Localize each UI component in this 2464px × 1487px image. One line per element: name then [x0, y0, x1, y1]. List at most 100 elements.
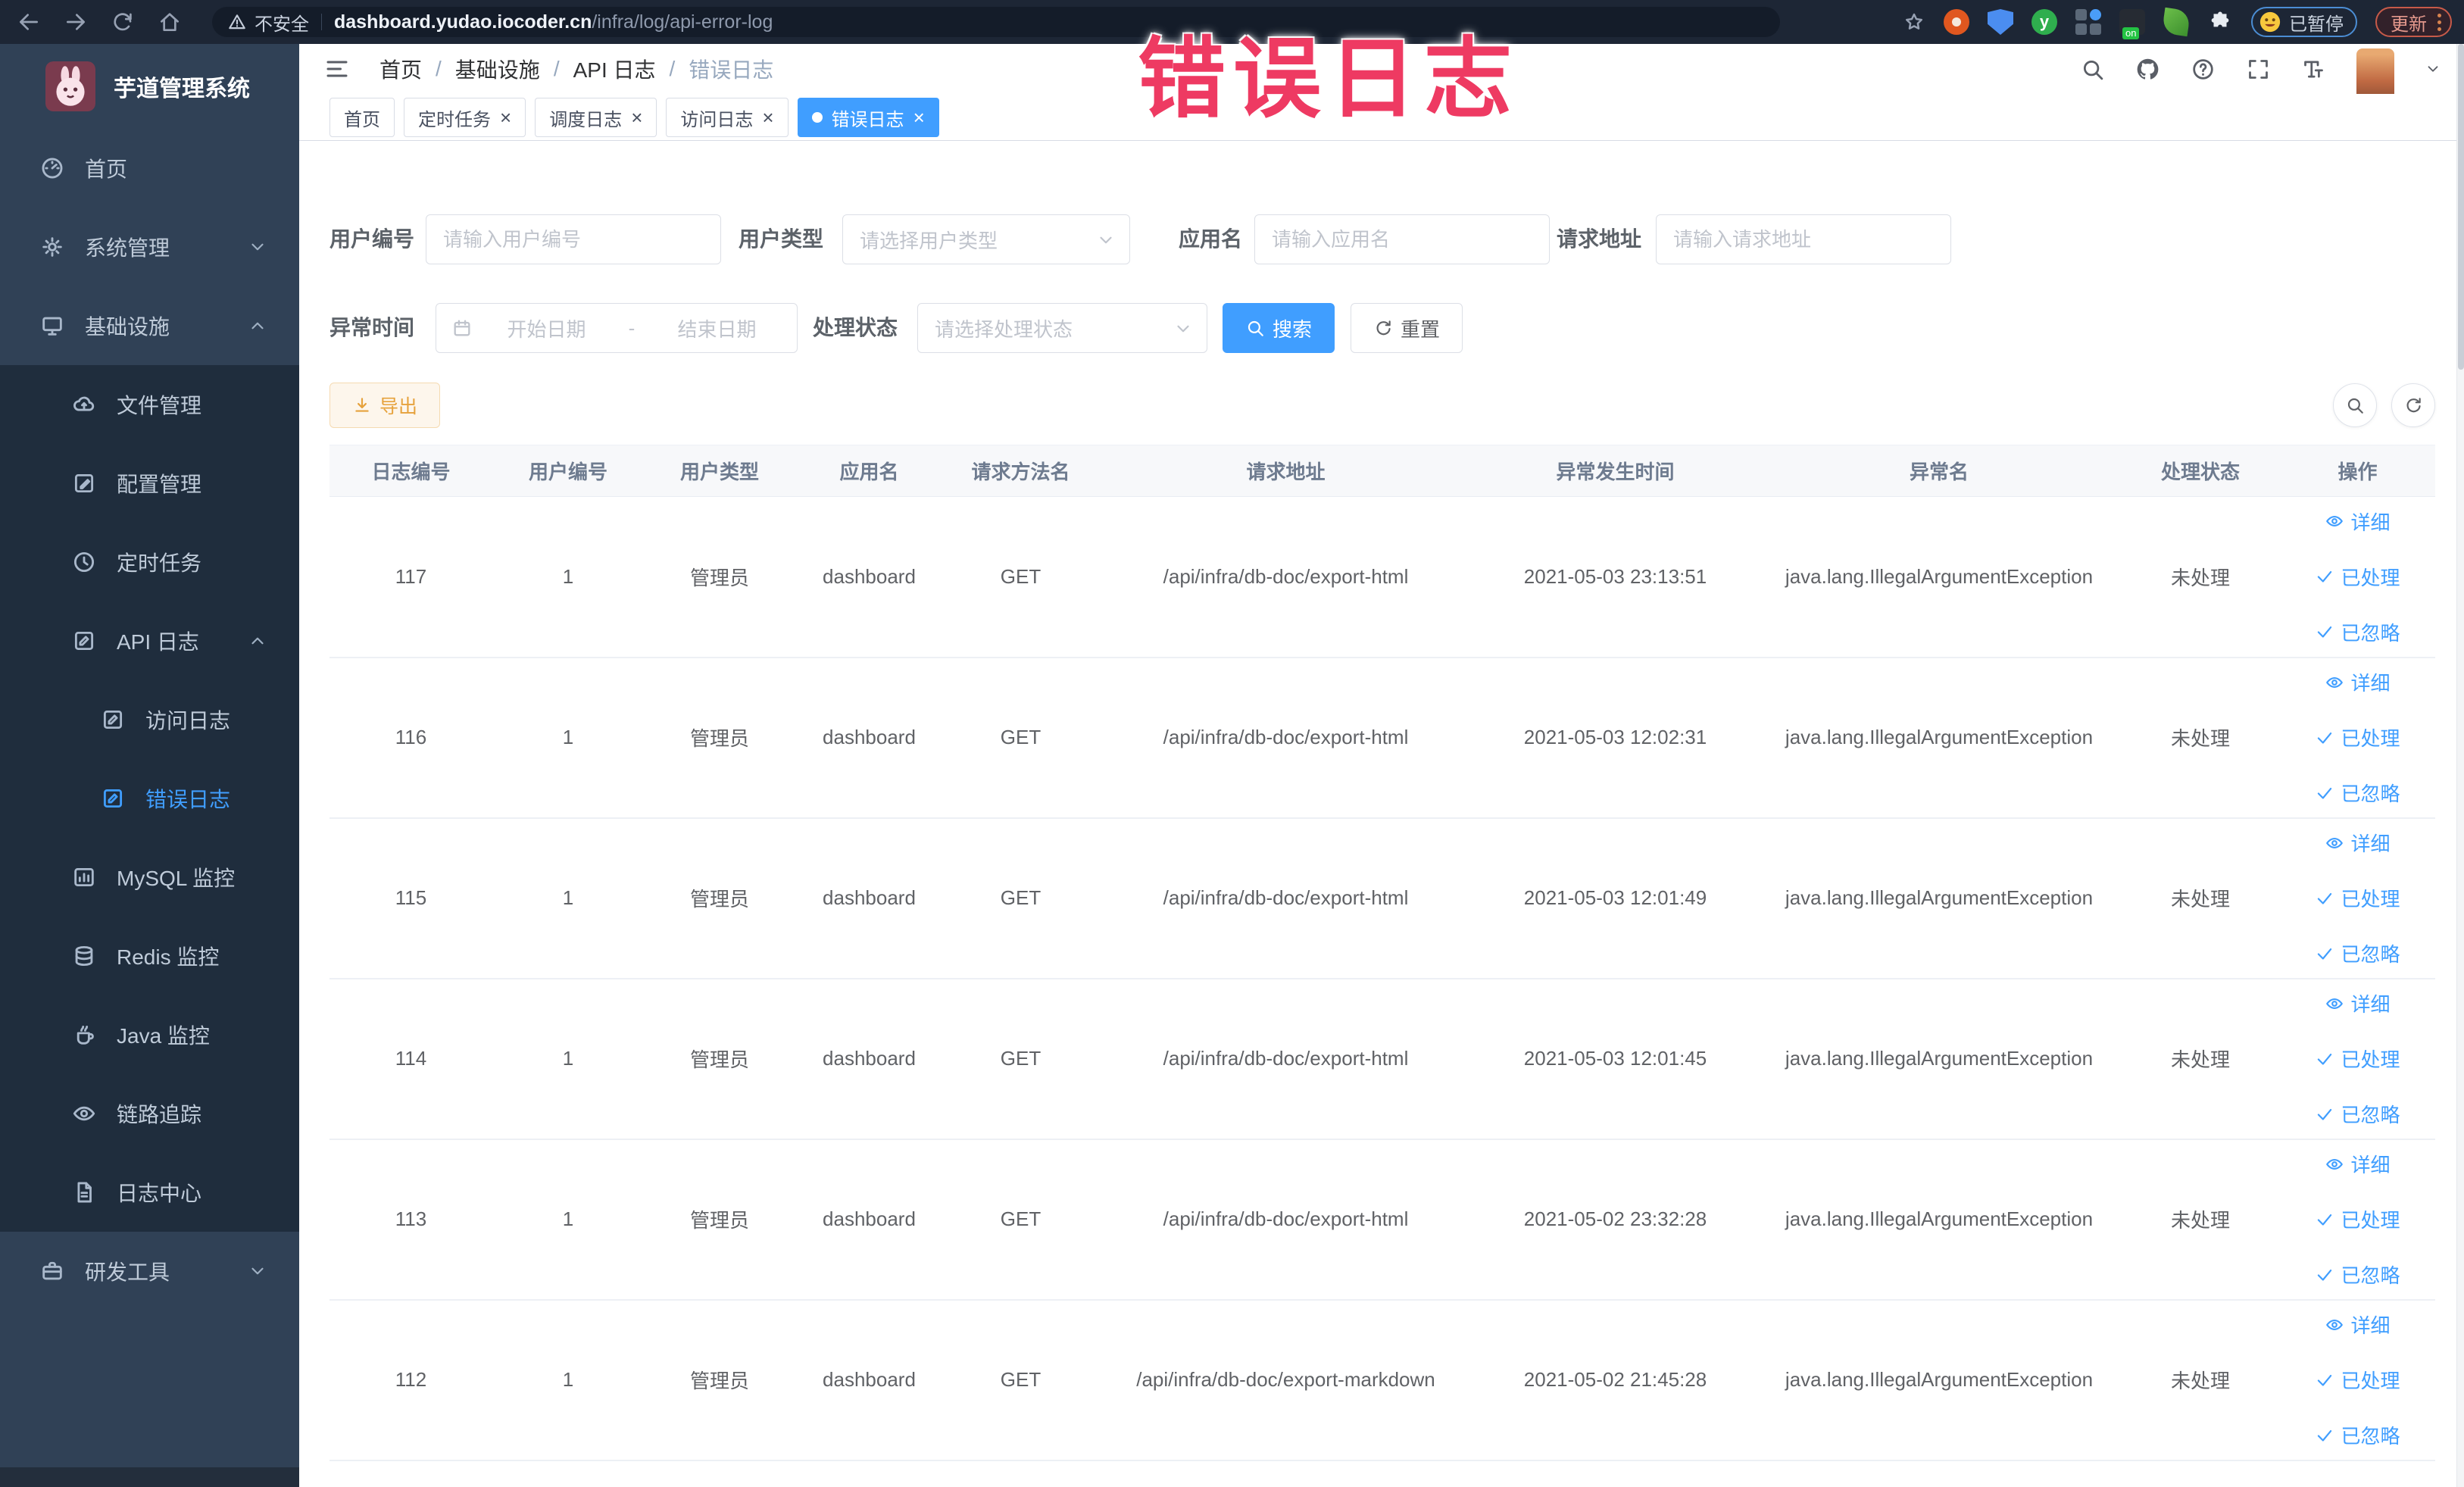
update-button[interactable]: 更新: [2375, 7, 2452, 37]
breadcrumb-infrastructure[interactable]: 基础设施: [455, 54, 540, 84]
export-button[interactable]: 导出: [329, 383, 440, 428]
request-url-cell: /api/infra/db-doc/export-html: [1098, 817, 1473, 979]
action-processed-link[interactable]: 已处理: [2315, 884, 2400, 912]
puzzle-extensions-icon[interactable]: [2207, 9, 2233, 35]
action-processed-link[interactable]: 已处理: [2315, 1366, 2400, 1394]
app-logo[interactable]: 芋道管理系统: [0, 44, 299, 129]
action-ignored-link[interactable]: 已忽略: [2315, 1421, 2400, 1449]
back-icon[interactable]: [17, 10, 41, 34]
sidebar-item-log-center[interactable]: 日志中心: [0, 1153, 299, 1232]
check-icon: [2315, 1049, 2334, 1069]
sidebar-item-mysql-monitor[interactable]: MySQL 监控: [0, 838, 299, 917]
grid-extension-icon[interactable]: [2075, 9, 2101, 35]
tab-home[interactable]: 首页: [329, 98, 395, 137]
sidebar-item-error-log[interactable]: 错误日志: [0, 759, 299, 838]
action-detail-link[interactable]: 详细: [2325, 668, 2391, 696]
sidebar-item-label: 文件管理: [117, 394, 202, 417]
exception-time-label: 异常时间: [329, 316, 415, 339]
menu-kebab-icon[interactable]: [2437, 13, 2441, 31]
sidebar-item-trace[interactable]: 链路追踪: [0, 1074, 299, 1153]
sidebar-item-scheduled-task[interactable]: 定时任务: [0, 523, 299, 601]
chevron-down-icon[interactable]: [2425, 61, 2441, 77]
tab-access-log[interactable]: 访问日志 ×: [666, 98, 789, 137]
address-bar[interactable]: 不安全 dashboard.yudao.iocoder.cn/infra/log…: [212, 7, 1780, 37]
app-name-cell: dashboard: [795, 1139, 943, 1301]
request-url-input[interactable]: [1656, 214, 1951, 264]
check-icon: [2315, 1370, 2334, 1390]
sidebar-item-infrastructure[interactable]: 基础设施: [0, 286, 299, 365]
action-processed-link[interactable]: 已处理: [2315, 563, 2400, 591]
profile-paused-pill[interactable]: 已暂停: [2251, 7, 2357, 37]
action-detail-link[interactable]: 详细: [2325, 989, 2391, 1017]
column-header: 操作: [2280, 445, 2435, 497]
tab-scheduled-task[interactable]: 定时任务 ×: [404, 98, 526, 137]
github-icon[interactable]: [2135, 57, 2160, 82]
font-size-icon[interactable]: [2301, 57, 2326, 82]
tab-schedule-log[interactable]: 调度日志 ×: [535, 98, 657, 137]
refresh-table-button[interactable]: [2391, 383, 2435, 427]
user-type-select[interactable]: 请选择用户类型: [842, 214, 1130, 264]
sidebar-item-dev-tools[interactable]: 研发工具: [0, 1232, 299, 1310]
action-ignored-link[interactable]: 已忽略: [2315, 779, 2400, 807]
breadcrumb-api-log[interactable]: API 日志: [573, 54, 656, 84]
user-type-cell: 管理员: [644, 496, 795, 658]
sidebar-item-file-management[interactable]: 文件管理: [0, 365, 299, 444]
action-detail-link[interactable]: 详细: [2325, 829, 2391, 857]
actions-cell: 详细 已处理 已忽略: [2280, 978, 2435, 1140]
sidebar-item-config-management[interactable]: 配置管理: [0, 444, 299, 523]
action-processed-link[interactable]: 已处理: [2315, 723, 2400, 751]
sidebar-item-system-management[interactable]: 系统管理: [0, 208, 299, 286]
action-detail-link[interactable]: 详细: [2325, 1150, 2391, 1178]
scrollbar[interactable]: [2456, 44, 2464, 1487]
search-icon[interactable]: [2080, 57, 2105, 82]
search-button[interactable]: 搜索: [1223, 303, 1335, 353]
green-extension-icon[interactable]: y: [2031, 9, 2057, 35]
action-detail-link[interactable]: 详细: [2325, 508, 2391, 536]
action-ignored-link[interactable]: 已忽略: [2315, 1261, 2400, 1289]
help-icon[interactable]: [2191, 57, 2216, 82]
user-id-input[interactable]: [426, 214, 721, 264]
sidebar-item-home[interactable]: 首页: [0, 129, 299, 208]
exception-time-cell: 2021-05-03 12:01:49: [1473, 817, 1757, 979]
orange-extension-icon[interactable]: [1944, 9, 1969, 35]
shield-extension-icon[interactable]: [1988, 9, 2013, 35]
close-icon[interactable]: ×: [762, 108, 773, 127]
tab-error-log[interactable]: 错误日志 ×: [797, 98, 939, 137]
reset-button-label: 重置: [1400, 317, 1440, 341]
sidebar-item-java-monitor[interactable]: Java 监控: [0, 995, 299, 1074]
breadcrumb-home[interactable]: 首页: [379, 54, 422, 84]
close-icon[interactable]: ×: [631, 108, 642, 127]
process-status-cell: 未处理: [2121, 657, 2280, 819]
download-icon: [352, 395, 372, 415]
check-icon: [2315, 622, 2334, 642]
reload-icon[interactable]: [111, 10, 135, 34]
action-processed-link[interactable]: 已处理: [2315, 1045, 2400, 1073]
fullscreen-icon[interactable]: [2246, 57, 2271, 82]
home-icon[interactable]: [158, 10, 182, 34]
sidebar-item-api-log[interactable]: API 日志: [0, 601, 299, 680]
eye-icon: [2325, 1315, 2344, 1335]
exception-time-range-picker[interactable]: 开始日期 - 结束日期: [436, 303, 798, 353]
sidebar-item-access-log[interactable]: 访问日志: [0, 680, 299, 759]
scrollbar-thumb[interactable]: [2458, 44, 2464, 370]
action-ignored-link[interactable]: 已忽略: [2315, 618, 2400, 646]
action-processed-link[interactable]: 已处理: [2315, 1205, 2400, 1233]
app-name-input[interactable]: [1254, 214, 1550, 264]
action-ignored-link[interactable]: 已忽略: [2315, 939, 2400, 967]
collapse-sidebar-icon[interactable]: [323, 55, 351, 83]
reset-button[interactable]: 重置: [1351, 303, 1463, 353]
user-type-cell: 管理员: [644, 1299, 795, 1461]
action-detail-link[interactable]: 详细: [2325, 1310, 2391, 1339]
process-status-select[interactable]: 请选择处理状态: [917, 303, 1207, 353]
leaf-extension-icon[interactable]: [2161, 7, 2191, 37]
close-icon[interactable]: ×: [500, 108, 511, 127]
proxy-on-extension-icon[interactable]: [2119, 9, 2145, 39]
sidebar-item-label: 链路追踪: [117, 1103, 202, 1126]
log-id-cell: 113: [329, 1139, 492, 1301]
toggle-search-button[interactable]: [2333, 383, 2377, 427]
sidebar-item-redis-monitor[interactable]: Redis 监控: [0, 917, 299, 995]
bookmark-star-icon[interactable]: [1903, 11, 1925, 33]
close-icon[interactable]: ×: [913, 108, 925, 127]
action-ignored-link[interactable]: 已忽略: [2315, 1100, 2400, 1128]
forward-icon[interactable]: [64, 10, 88, 34]
